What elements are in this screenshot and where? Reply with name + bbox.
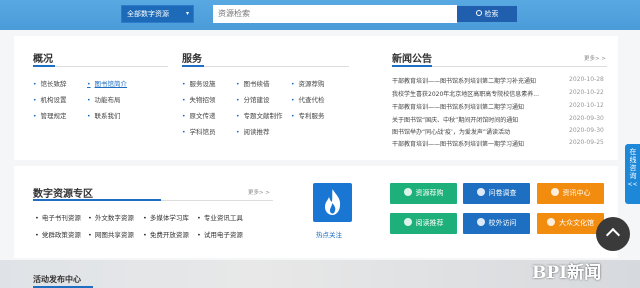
online-consult-tab[interactable]: 在线咨询 << bbox=[625, 144, 640, 204]
news-title: 新闻公告 bbox=[392, 54, 432, 65]
news-item-date: 2020-09-25 bbox=[569, 139, 604, 146]
digital-title: 数字资源专区 bbox=[33, 189, 93, 200]
people-icon bbox=[547, 218, 555, 226]
overview-link[interactable]: 功能布局 bbox=[87, 94, 121, 104]
news-item-title[interactable]: 干部教育培训——图书馆系列培训第二期学习补充通知 bbox=[392, 76, 582, 85]
question-icon bbox=[476, 188, 485, 196]
digital-underline bbox=[33, 199, 161, 201]
tile-reading[interactable]: 阅读推荐 bbox=[390, 213, 457, 234]
tile-label: 资讯中心 bbox=[562, 189, 591, 197]
digital-link[interactable]: 外文数字资源 bbox=[88, 212, 134, 222]
news-more-link[interactable]: 更多> > bbox=[584, 54, 606, 62]
search-button[interactable]: 检索 bbox=[457, 6, 517, 22]
news-item-title[interactable]: 关于图书馆“国庆、中秋”期间开闭馆时间的通知 bbox=[392, 115, 582, 124]
overview-link[interactable]: 图书馆简介 bbox=[87, 78, 128, 88]
digital-link[interactable]: 电子书刊资源 bbox=[35, 212, 81, 222]
services-link[interactable]: 失物招领 bbox=[182, 94, 216, 104]
tile-info-center[interactable]: 资讯中心 bbox=[537, 183, 604, 204]
flame-icon bbox=[324, 189, 341, 215]
services-link[interactable]: 原文传递 bbox=[182, 110, 216, 120]
news-item-title[interactable]: 图书馆举办“同心战‘疫’，为爱发声”诵读活动 bbox=[392, 127, 582, 136]
category-select-label: 全部数字资源 bbox=[127, 10, 169, 18]
tile-label: 资源荐购 bbox=[415, 189, 444, 197]
news-item-date: 2020-09-30 bbox=[569, 115, 604, 122]
globe-icon bbox=[476, 218, 485, 226]
digital-link[interactable]: 多媒体学习库 bbox=[143, 212, 189, 222]
tile-culture[interactable]: 大众文化馆 bbox=[537, 213, 604, 234]
tile-label: 阅读推荐 bbox=[415, 219, 444, 227]
services-link[interactable]: 分馆建设 bbox=[236, 94, 270, 104]
info-icon bbox=[550, 188, 559, 196]
services-link[interactable]: 图书续借 bbox=[236, 78, 270, 88]
arrow-up-icon bbox=[605, 227, 621, 243]
news-item-date: 2020-10-22 bbox=[569, 89, 604, 96]
digital-link[interactable]: 免费开放资源 bbox=[143, 229, 189, 239]
services-link[interactable]: 代查代检 bbox=[291, 94, 325, 104]
book-icon bbox=[403, 218, 412, 226]
search-input[interactable] bbox=[213, 5, 457, 23]
services-link[interactable]: 服务设施 bbox=[182, 78, 216, 88]
news-item-title[interactable]: 干部教育培训——图书馆系列培训第一期学习通知 bbox=[392, 139, 582, 148]
services-link[interactable]: 资源荐购 bbox=[291, 78, 325, 88]
category-select[interactable]: 全部数字资源 ▾ bbox=[121, 5, 194, 23]
caret-down-icon: ▾ bbox=[185, 10, 189, 17]
news-item-date: 2020-10-28 bbox=[569, 76, 604, 83]
collapse-icon: << bbox=[627, 181, 638, 188]
digital-more-link[interactable]: 更多> > bbox=[248, 188, 270, 196]
search-button-label: 检索 bbox=[484, 10, 499, 18]
services-link[interactable]: 专题文献制作 bbox=[236, 110, 283, 120]
digital-link[interactable]: 专业资讯工具 bbox=[197, 212, 243, 222]
digital-link[interactable]: 网图共享资源 bbox=[88, 229, 134, 239]
hand-icon bbox=[403, 188, 412, 196]
online-consult-label: 在线咨询 bbox=[629, 148, 637, 180]
news-item-title[interactable]: 我校学生喜获2020年北京地区高职高专院校信息素养... bbox=[392, 89, 582, 98]
hot-topics-label[interactable]: 热点关注 bbox=[316, 229, 342, 239]
digital-link[interactable]: 党群政策资源 bbox=[35, 229, 81, 239]
tile-recommend-purchase[interactable]: 资源荐购 bbox=[390, 183, 457, 204]
hot-topics-button[interactable] bbox=[313, 183, 352, 222]
overview-link[interactable]: 联系我们 bbox=[87, 110, 121, 120]
news-underline bbox=[392, 65, 432, 67]
watermark: BPI新闻 bbox=[532, 263, 602, 283]
tile-offcampus[interactable]: 校外访问 bbox=[463, 213, 530, 234]
services-link[interactable]: 阅读推荐 bbox=[236, 126, 270, 136]
services-link[interactable]: 学科馆员 bbox=[182, 126, 216, 136]
overview-link[interactable]: 馆长致辞 bbox=[33, 78, 67, 88]
tile-label: 校外访问 bbox=[488, 219, 517, 227]
news-item-date: 2020-09-30 bbox=[569, 127, 604, 134]
overview-title: 概况 bbox=[33, 54, 53, 65]
services-link[interactable]: 专利服务 bbox=[291, 110, 325, 120]
news-item-date: 2020-10-12 bbox=[569, 102, 604, 109]
news-item-title[interactable]: 干部教育培训——图书馆系列培训第二期学习通知 bbox=[392, 102, 582, 111]
tile-survey[interactable]: 问卷调查 bbox=[463, 183, 530, 204]
services-title: 服务 bbox=[182, 54, 202, 65]
overview-link[interactable]: 机构设置 bbox=[33, 94, 67, 104]
back-to-top-button[interactable] bbox=[596, 217, 630, 251]
services-underline bbox=[182, 65, 204, 67]
tile-label: 问卷调查 bbox=[488, 189, 517, 197]
events-title: 活动发布中心 bbox=[33, 275, 81, 284]
overview-link[interactable]: 管理规定 bbox=[33, 110, 67, 120]
services-divider bbox=[182, 66, 349, 67]
search-icon bbox=[475, 10, 482, 16]
overview-underline bbox=[33, 65, 55, 67]
tile-label: 大众文化馆 bbox=[559, 219, 594, 227]
digital-link[interactable]: 试用电子资源 bbox=[197, 229, 243, 239]
